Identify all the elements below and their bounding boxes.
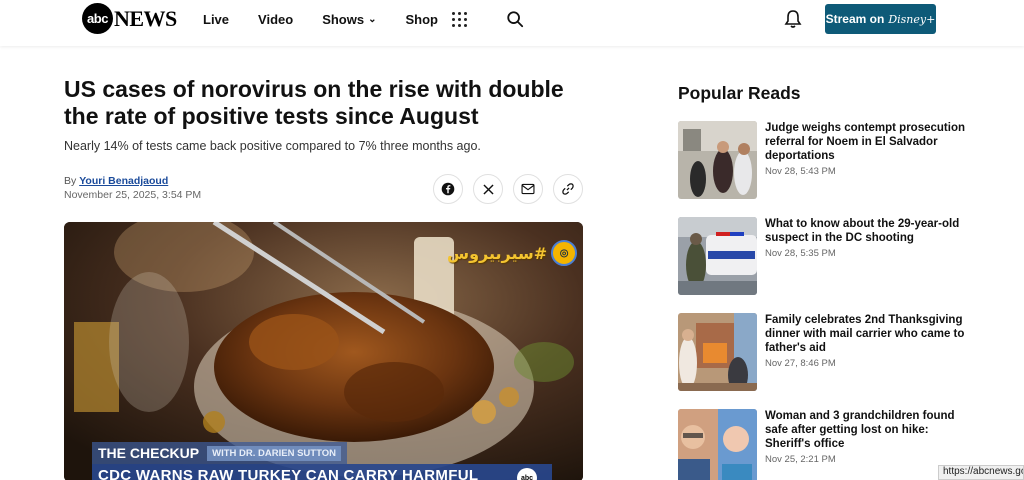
popular-headline: What to know about the 29-year-old suspe… <box>765 218 960 244</box>
share-facebook-button[interactable] <box>433 174 463 204</box>
notification-bell-icon[interactable] <box>783 9 803 29</box>
email-icon <box>521 183 535 195</box>
nav-video[interactable]: Video <box>258 12 293 27</box>
nav-shows-label: Shows <box>322 12 365 27</box>
nav-shop-label: Shop <box>405 12 438 27</box>
author-link[interactable]: Youri Benadjaoud <box>79 175 168 187</box>
share-link-button[interactable] <box>553 174 583 204</box>
popular-item[interactable]: What to know about the 29-year-old suspe… <box>678 217 978 297</box>
popular-thumbnail <box>678 217 757 295</box>
popular-thumbnail <box>678 121 757 199</box>
stream-label: Stream on <box>825 12 885 26</box>
article-subhead: Nearly 14% of tests came back positive c… <box>64 139 481 153</box>
watermark-text: #سيربيروس <box>447 243 548 263</box>
news-logo-text: NEWS <box>114 5 177 31</box>
watermark-badge-icon: ◎ <box>551 240 578 266</box>
apps-grid-icon[interactable] <box>452 12 468 28</box>
popular-headline: Woman and 3 grandchildren found safe aft… <box>765 410 955 450</box>
article-headline: US cases of norovirus on the rise with d… <box>64 76 564 129</box>
popular-thumbnail <box>678 409 757 480</box>
share-x-button[interactable] <box>473 174 503 204</box>
search-icon[interactable] <box>506 10 524 28</box>
nav-shop[interactable]: Shop <box>405 12 438 27</box>
abc-news-logo[interactable]: abc NEWS <box>82 3 177 34</box>
video-lower-third: CDC WARNS RAW TURKEY CAN CARRY HARMFUL <box>92 464 552 480</box>
facebook-icon <box>441 182 455 196</box>
abc-logo-mark: abc <box>82 3 113 34</box>
popular-thumbnail <box>678 313 757 391</box>
x-icon <box>482 183 494 195</box>
disney-plus-logo: Disney+ <box>888 12 936 26</box>
popular-reads-title: Popular Reads <box>678 83 801 103</box>
popular-headline: Family celebrates 2nd Thanksgiving dinne… <box>765 314 965 354</box>
video-player[interactable]: #سيربيروس ◎ THE CHECKUP WITH DR. DARIEN … <box>64 222 583 480</box>
publish-date: November 25, 2025, 3:54 PM <box>64 189 202 201</box>
main-nav: Live Video Shows ⌄ Shop <box>203 12 467 27</box>
popular-item[interactable]: Judge weighs contempt prosecution referr… <box>678 121 978 201</box>
byline-prefix: By <box>64 175 77 187</box>
checkup-title: THE CHECKUP <box>98 445 200 461</box>
popular-item-text: What to know about the 29-year-old suspe… <box>765 217 965 259</box>
nav-live-label: Live <box>203 12 230 27</box>
checkup-subtitle: WITH DR. DARIEN SUTTON <box>207 445 341 461</box>
checkup-banner: THE CHECKUP WITH DR. DARIEN SUTTON <box>92 442 347 464</box>
popular-item-text: Family celebrates 2nd Thanksgiving dinne… <box>765 313 965 369</box>
stream-on-disney-button[interactable]: Stream on Disney+ <box>825 4 936 34</box>
nav-shows[interactable]: Shows ⌄ <box>322 12 376 27</box>
lower-third-text: CDC WARNS RAW TURKEY CAN CARRY HARMFUL <box>98 466 479 480</box>
share-email-button[interactable] <box>513 174 543 204</box>
nav-video-label: Video <box>258 12 294 27</box>
popular-date: Nov 27, 8:46 PM <box>765 358 836 369</box>
watermark-logo: #سيربيروس ◎ <box>447 240 578 266</box>
status-bar-url: https://abcnews.go.c <box>938 465 1024 480</box>
byline: By Youri Benadjaoud <box>64 175 168 187</box>
popular-headline: Judge weighs contempt prosecution referr… <box>765 122 965 162</box>
nav-live[interactable]: Live <box>203 12 229 27</box>
popular-date: Nov 28, 5:35 PM <box>765 248 836 259</box>
popular-date: Nov 25, 2:21 PM <box>765 454 836 465</box>
site-header: abc NEWS Live Video Shows ⌄ Shop Stream o… <box>0 0 1024 46</box>
popular-item[interactable]: Woman and 3 grandchildren found safe aft… <box>678 409 978 480</box>
chevron-down-icon: ⌄ <box>368 14 377 25</box>
popular-item-text: Woman and 3 grandchildren found safe aft… <box>765 409 965 465</box>
popular-item[interactable]: Family celebrates 2nd Thanksgiving dinne… <box>678 313 978 393</box>
link-icon <box>562 183 574 195</box>
popular-item-text: Judge weighs contempt prosecution referr… <box>765 121 965 177</box>
popular-date: Nov 28, 5:43 PM <box>765 166 836 177</box>
